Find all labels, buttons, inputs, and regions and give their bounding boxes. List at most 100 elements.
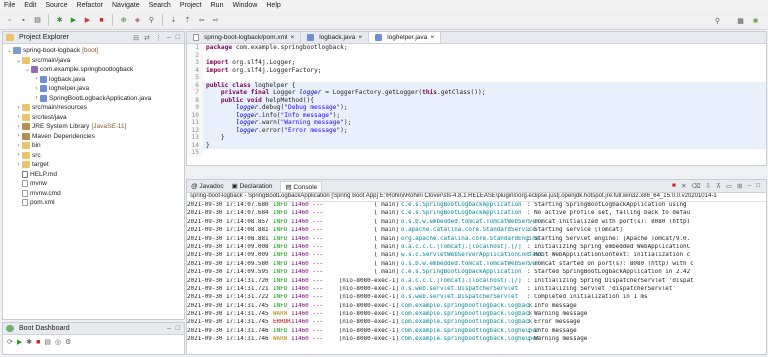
save-icon[interactable]: ▪ bbox=[18, 15, 29, 26]
maximize-icon[interactable]: □ bbox=[756, 182, 760, 190]
tree-item[interactable]: › Maven Dependencies bbox=[3, 132, 184, 142]
minimize-icon[interactable]: – bbox=[167, 34, 171, 42]
open-type-icon[interactable]: ◈ bbox=[132, 15, 143, 26]
terminate-icon[interactable]: ■ bbox=[672, 182, 676, 190]
code-token: import bbox=[206, 66, 233, 74]
menu-project[interactable]: Project bbox=[180, 2, 202, 9]
debug-icon[interactable]: ✱ bbox=[54, 15, 65, 26]
tree-item[interactable]: ⌄ com.example.springbootlogback bbox=[3, 65, 184, 75]
console-line: 2021-09-30 17:14:08.881 INFO 11460 --- [ ma… bbox=[187, 236, 766, 244]
settings-icon[interactable]: ⚙ bbox=[65, 338, 71, 346]
display-console-icon[interactable]: ▭ bbox=[726, 182, 732, 190]
tab-declaration[interactable]: ▣ Declaration bbox=[232, 182, 273, 190]
open-console-icon[interactable]: ▤ bbox=[44, 338, 51, 346]
collapsed-chevron-icon[interactable]: › bbox=[15, 133, 22, 139]
view-menu-icon[interactable]: ⋮ bbox=[155, 34, 162, 42]
close-tab-icon[interactable]: × bbox=[358, 34, 362, 41]
tree-item[interactable]: pom.xml bbox=[3, 198, 184, 208]
new-java-class-icon[interactable]: ⊕ bbox=[118, 15, 129, 26]
main-toolbar: ▫ ▪ ▤ ✱ ▶ ▶ ■ ⊕ ◈ ⚲ ⇣ ⇡ ⇦ ⇨ ⚲ ▦ ❀ bbox=[0, 11, 768, 30]
tab-console[interactable]: ▤ Console bbox=[280, 180, 323, 192]
code-line: 14} bbox=[187, 141, 766, 149]
tree-item[interactable]: › JRE System Library [JavaSE-11] bbox=[3, 122, 184, 132]
forward-icon[interactable]: ⇨ bbox=[210, 15, 221, 26]
tree-item[interactable]: › SpringBootLogbackApplication.java bbox=[3, 94, 184, 104]
tab-javadoc[interactable]: @ Javadoc bbox=[191, 183, 224, 190]
new-icon[interactable]: ▫ bbox=[4, 15, 15, 26]
debug-icon[interactable]: ✱ bbox=[26, 338, 32, 346]
menu-search[interactable]: Search bbox=[149, 2, 171, 9]
run-icon[interactable]: ▶ bbox=[68, 15, 79, 26]
open-console-icon[interactable]: ⊞ bbox=[737, 182, 742, 190]
collapsed-chevron-icon[interactable]: › bbox=[33, 76, 40, 82]
clear-console-icon[interactable]: ⌫ bbox=[691, 182, 700, 190]
tree-item[interactable]: › target bbox=[3, 160, 184, 170]
tree-item[interactable]: ⌄ spring-boot-logback [boot] bbox=[3, 46, 184, 56]
log-logger: w.s.c.ServletWebServerApplicationContext bbox=[401, 252, 543, 259]
code-text: } bbox=[203, 134, 225, 142]
menu-help[interactable]: Help bbox=[266, 2, 280, 9]
collapsed-chevron-icon[interactable]: › bbox=[15, 114, 22, 120]
editor-tab[interactable]: loghelper.java × bbox=[369, 32, 442, 43]
menu-edit[interactable]: Edit bbox=[24, 2, 36, 9]
start-icon[interactable]: ▶ bbox=[17, 338, 22, 346]
collapsed-chevron-icon[interactable]: › bbox=[15, 124, 22, 130]
previous-annotation-icon[interactable]: ⇡ bbox=[182, 15, 193, 26]
next-annotation-icon[interactable]: ⇣ bbox=[168, 15, 179, 26]
boot-dashboard-icon bbox=[6, 325, 14, 332]
collapsed-chevron-icon[interactable]: › bbox=[15, 152, 22, 158]
perspective-java-icon[interactable]: ▦ bbox=[735, 15, 746, 26]
editor-tab[interactable]: spring-boot-logback/pom.xml × bbox=[187, 32, 302, 43]
editor-tab[interactable]: logback.java × bbox=[301, 32, 370, 43]
search-icon[interactable]: ⚲ bbox=[146, 15, 157, 26]
close-tab-icon[interactable]: × bbox=[290, 34, 294, 41]
external-tools-icon[interactable]: ▶ bbox=[82, 15, 93, 26]
collapsed-chevron-icon[interactable]: › bbox=[15, 162, 22, 168]
tree-item[interactable]: › logback.java bbox=[3, 75, 184, 85]
tree-item[interactable]: › src/test/java bbox=[3, 113, 184, 123]
tree-item[interactable]: › src bbox=[3, 151, 184, 161]
pin-console-icon[interactable]: ⊼ bbox=[716, 182, 721, 190]
maximize-icon[interactable]: □ bbox=[176, 34, 180, 42]
perspective-spring-icon[interactable]: ❀ bbox=[750, 15, 761, 26]
menu-source[interactable]: Source bbox=[45, 2, 67, 9]
menu-window[interactable]: Window bbox=[232, 2, 257, 9]
menu-file[interactable]: File bbox=[4, 2, 15, 9]
close-tab-icon[interactable]: × bbox=[430, 34, 434, 41]
stop-icon[interactable]: ■ bbox=[36, 339, 40, 346]
collapsed-chevron-icon[interactable]: › bbox=[33, 86, 40, 92]
menu-run[interactable]: Run bbox=[211, 2, 224, 9]
code-editor[interactable]: 1 package com.example.springbootlogback; 2… bbox=[187, 44, 766, 165]
tree-item[interactable]: mvnw bbox=[3, 179, 184, 189]
collapse-all-icon[interactable]: ⊟ bbox=[133, 34, 139, 42]
scroll-lock-icon[interactable]: ⇩ bbox=[706, 182, 711, 190]
expanded-chevron-icon[interactable]: ⌄ bbox=[6, 47, 13, 54]
tree-item[interactable]: ⌄ src/main/java bbox=[3, 56, 184, 66]
tree-item[interactable]: › bin bbox=[3, 141, 184, 151]
tree-item[interactable]: › src/main/resources bbox=[3, 103, 184, 113]
expanded-chevron-icon[interactable]: ⌄ bbox=[15, 57, 22, 64]
console-output[interactable]: 2021-09-30 17:14:07.680 INFO 11460 ---[ ma… bbox=[187, 202, 766, 345]
expanded-chevron-icon[interactable]: ⌄ bbox=[24, 66, 31, 73]
back-icon[interactable]: ⇦ bbox=[196, 15, 207, 26]
console-line: 2021-09-30 17:14:08.881 INFO 11460 --- [ ma… bbox=[187, 227, 766, 235]
link-editor-icon[interactable]: ⇄ bbox=[144, 34, 150, 42]
minimize-icon[interactable]: – bbox=[167, 325, 171, 332]
menu-navigate[interactable]: Navigate bbox=[112, 2, 140, 9]
tree-item[interactable]: › loghelper.java bbox=[3, 84, 184, 94]
minimize-icon[interactable]: – bbox=[747, 182, 751, 190]
collapsed-chevron-icon[interactable]: › bbox=[15, 143, 22, 149]
remove-launch-icon[interactable]: ✕ bbox=[681, 182, 686, 190]
menu-refactor[interactable]: Refactor bbox=[77, 2, 103, 9]
refresh-icon[interactable]: ⟳ bbox=[7, 338, 13, 346]
collapsed-chevron-icon[interactable]: › bbox=[33, 95, 40, 101]
quick-access-search-icon[interactable]: ⚲ bbox=[712, 15, 723, 26]
tree-item[interactable]: mvnw.cmd bbox=[3, 189, 184, 199]
collapsed-chevron-icon[interactable]: › bbox=[15, 105, 22, 111]
open-browser-icon[interactable]: ◎ bbox=[55, 338, 61, 346]
print-icon[interactable]: ▤ bbox=[32, 15, 43, 26]
stop-icon[interactable]: ■ bbox=[96, 15, 107, 26]
tree-item[interactable]: HELP.md bbox=[3, 170, 184, 180]
log-message: : Starting Servlet engine: [Apache Tomca… bbox=[527, 235, 691, 242]
maximize-icon[interactable]: □ bbox=[176, 325, 180, 332]
